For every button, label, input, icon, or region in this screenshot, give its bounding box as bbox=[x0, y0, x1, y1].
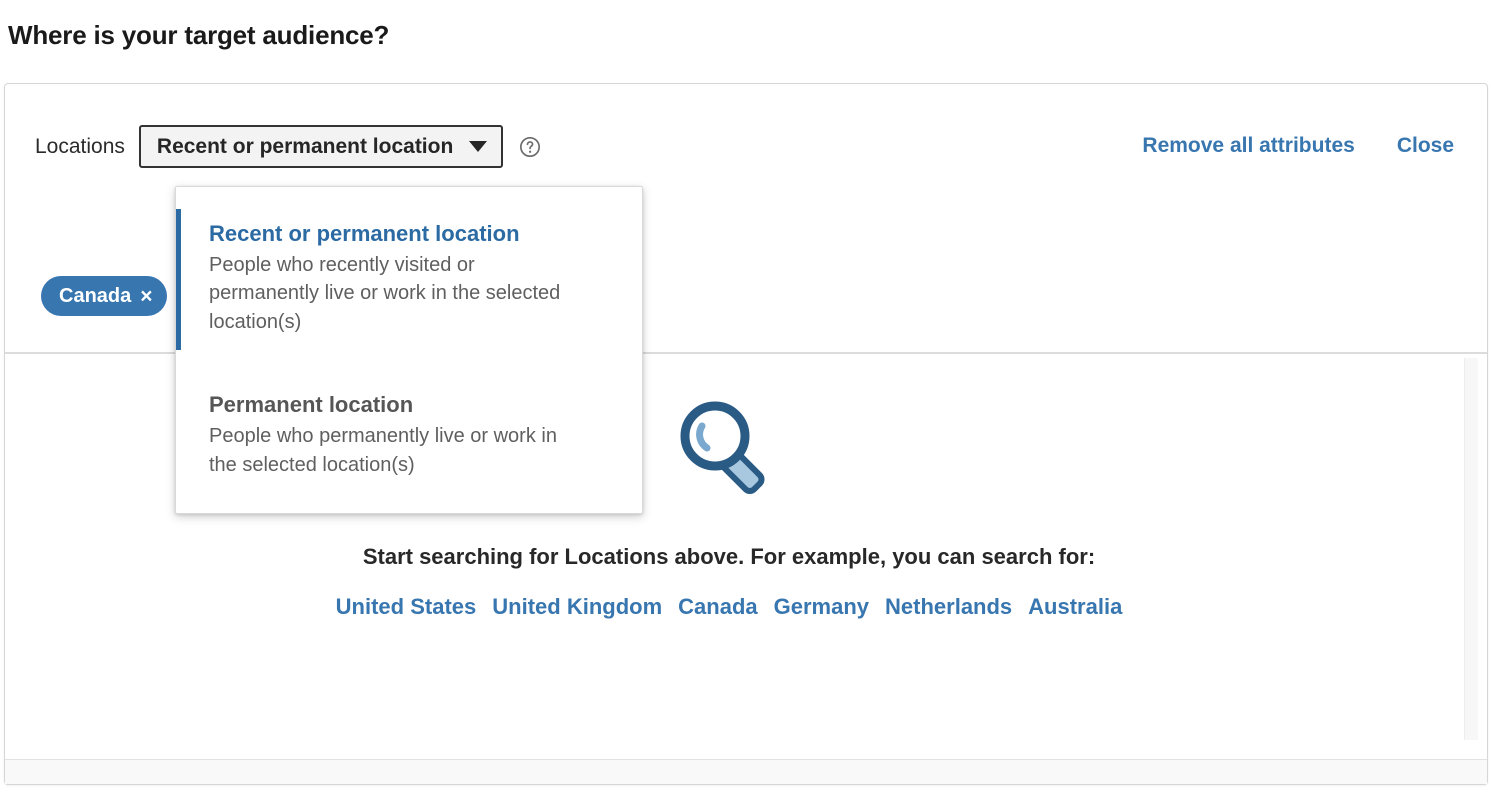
locations-control-row: Locations Recent or permanent location bbox=[35, 125, 541, 168]
location-type-select-value: Recent or permanent location bbox=[156, 134, 454, 158]
close-link[interactable]: Close bbox=[1397, 134, 1454, 158]
question-circle-icon[interactable] bbox=[519, 136, 541, 158]
remove-location-icon[interactable]: × bbox=[140, 286, 152, 307]
suggestion-link-canada[interactable]: Canada bbox=[678, 594, 757, 620]
location-type-dropdown-menu: Recent or permanent location People who … bbox=[175, 186, 643, 514]
selected-location-label: Canada bbox=[59, 284, 132, 307]
magnifying-glass-illustration bbox=[680, 401, 765, 494]
empty-state-message: Start searching for Locations above. For… bbox=[362, 544, 1096, 569]
suggestion-link-united-states[interactable]: United States bbox=[336, 594, 477, 620]
suggestion-link-netherlands[interactable]: Netherlands bbox=[885, 594, 1012, 620]
card-footer bbox=[5, 759, 1487, 784]
menu-item-description: People who recently visited or permanent… bbox=[209, 254, 561, 333]
suggestion-link-germany[interactable]: Germany bbox=[774, 594, 869, 620]
menu-spacer bbox=[176, 350, 642, 380]
suggestion-link-united-kingdom[interactable]: United Kingdom bbox=[492, 594, 662, 620]
menu-item-permanent-location[interactable]: Permanent location People who permanentl… bbox=[176, 380, 642, 493]
menu-item-description: People who permanently live or work in t… bbox=[209, 425, 557, 476]
selected-location-pill: Canada × bbox=[41, 276, 167, 316]
suggestion-links: United States United Kingdom Canada Germ… bbox=[336, 594, 1123, 620]
locations-label: Locations bbox=[35, 134, 125, 158]
suggestion-link-australia[interactable]: Australia bbox=[1028, 594, 1122, 620]
results-scrollbar[interactable] bbox=[1464, 358, 1478, 740]
selected-locations-list: Canada × bbox=[41, 276, 167, 316]
page-title: Where is your target audience? bbox=[8, 20, 390, 50]
location-type-select[interactable]: Recent or permanent location bbox=[138, 125, 504, 168]
menu-item-recent-or-permanent-location[interactable]: Recent or permanent location People who … bbox=[176, 209, 642, 351]
card-actions: Remove all attributes Close bbox=[1142, 134, 1454, 158]
remove-all-attributes-link[interactable]: Remove all attributes bbox=[1142, 134, 1354, 158]
menu-item-title: Recent or permanent location bbox=[209, 221, 520, 246]
menu-item-title: Permanent location bbox=[209, 392, 414, 418]
locations-targeting-screen: Where is your target audience? Locations… bbox=[0, 0, 1492, 792]
chevron-down-icon bbox=[469, 141, 488, 152]
